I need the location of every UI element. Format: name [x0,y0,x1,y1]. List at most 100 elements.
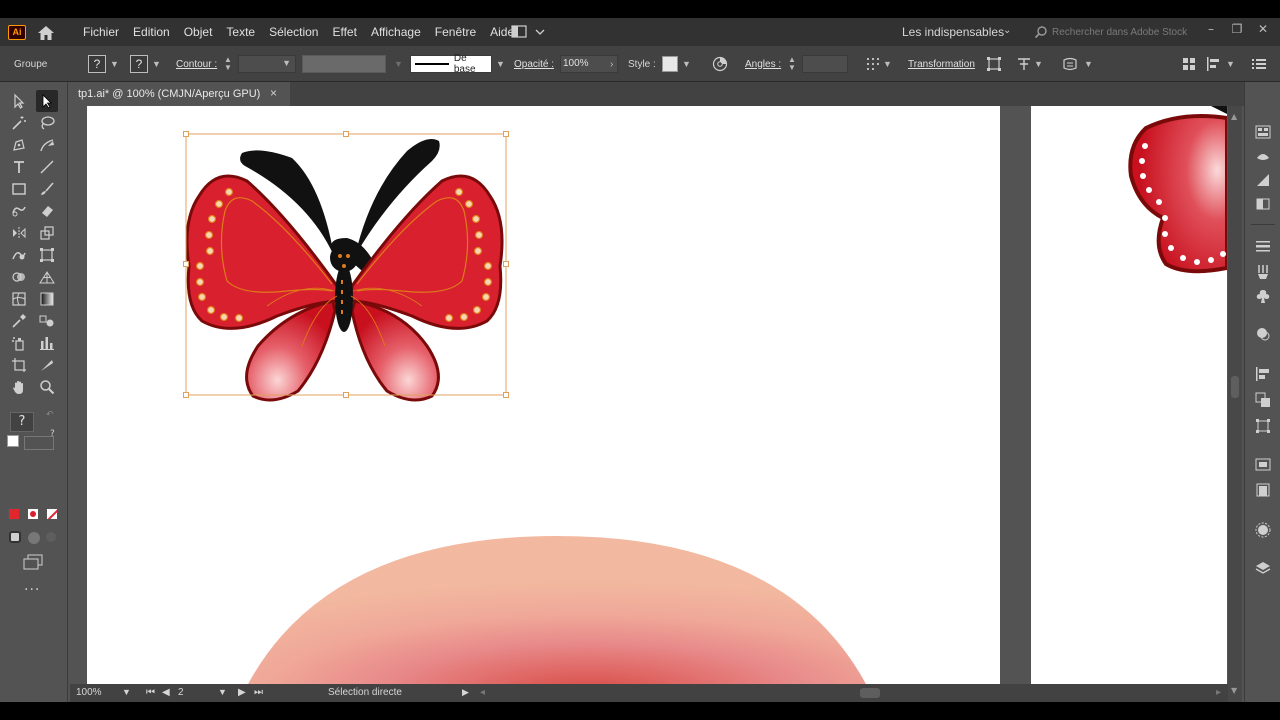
artboard-2[interactable] [1031,106,1227,686]
scroll-thumb[interactable] [1231,376,1239,398]
canvas-area[interactable] [70,106,1244,702]
column-graph-tool[interactable] [36,332,58,354]
chevron-down-icon[interactable]: ▼ [883,59,892,69]
first-artboard-icon[interactable]: ⏮ [146,687,155,698]
stroke-weight-field[interactable]: ▼ [238,55,296,73]
gradient-mode-icon[interactable] [27,508,39,520]
zoom-tool[interactable] [36,376,58,398]
color-guide-icon[interactable] [1255,148,1271,164]
brushes-icon[interactable] [1255,264,1271,280]
zoom-field[interactable]: 100% [76,687,102,698]
direct-selection-tool[interactable] [36,90,58,112]
artboard-1[interactable] [87,106,1000,686]
default-fill-stroke-icon[interactable] [7,435,19,447]
change-screen-mode-icon[interactable] [22,554,44,570]
fill-swatch[interactable]: ? ▼ [88,46,119,82]
last-artboard-icon[interactable]: ⏭ [254,687,263,698]
draw-normal-icon[interactable] [9,531,21,543]
fill-stroke-unknown[interactable]: ? [10,412,34,432]
gradient-shape[interactable] [247,536,867,686]
transform-button[interactable]: Transformation [908,59,975,70]
selection-tool[interactable] [8,90,30,112]
shaper-tool[interactable] [8,200,30,222]
vertical-scrollbar[interactable]: ▲ ▼ [1228,106,1242,702]
none-mode-icon[interactable] [46,508,58,520]
opacity-label[interactable]: Opacité : [514,59,554,70]
document-tab[interactable]: tp1.ai* @ 100% (CMJN/Aperçu GPU) × [70,82,290,106]
chevron-right-icon[interactable]: › [610,59,613,70]
pathfinder-icon[interactable] [1255,392,1271,408]
stroke-weight-stepper[interactable]: ▲ ▼ [224,46,232,82]
line-segment-tool[interactable] [36,156,58,178]
artboards-panel-icon[interactable] [1255,482,1271,498]
stroke-panel-icon[interactable] [1255,238,1271,254]
panel-menu-icon[interactable] [1252,57,1266,71]
contour-label[interactable]: Contour : [176,59,217,70]
warp-tool[interactable] [8,244,30,266]
menu-effet[interactable]: Effet [325,25,363,39]
rectangle-tool[interactable] [8,178,30,200]
screen-mode-icon[interactable] [28,532,40,544]
puppet-warp-icon[interactable] [1016,56,1032,72]
butterfly-group[interactable] [185,138,504,402]
workspace-switcher[interactable]: Les indispensables [902,25,1004,39]
eraser-tool[interactable] [36,200,58,222]
shape-builder-tool[interactable] [8,266,30,288]
arrange-documents-icon[interactable] [510,25,546,39]
stepper-arrows-icon[interactable]: ▲ ▼ [224,56,232,72]
chevron-down-icon[interactable]: ▼ [110,59,119,69]
workspace-chevron-icon[interactable]: ⌄ [1003,25,1011,36]
graphic-style-swatch[interactable] [662,56,678,72]
stock-search-input[interactable]: Rechercher dans Adobe Stock [1034,22,1190,42]
edit-toolbar-icon[interactable]: ··· [24,582,40,598]
isolate-group-icon[interactable] [986,56,1002,72]
color-mode-icon[interactable] [8,508,20,520]
chevron-down-icon[interactable]: ▼ [152,59,161,69]
arrange-icon[interactable] [1182,57,1196,71]
scale-tool[interactable] [36,222,58,244]
recolor-artwork-icon[interactable] [712,56,728,72]
home-icon[interactable] [36,24,56,42]
artboard-number-field[interactable]: 2 [178,687,184,698]
stepper-arrows-icon[interactable]: ▲ ▼ [788,56,796,72]
menu-affichage[interactable]: Affichage [364,25,428,39]
reflect-tool[interactable] [8,222,30,244]
chevron-down-icon[interactable]: ▼ [682,59,691,69]
chevron-down-icon[interactable]: ▼ [1084,59,1093,69]
artboard-chevron-icon[interactable]: ▼ [218,687,227,697]
curvature-tool[interactable] [36,134,58,156]
corner-radius-stepper[interactable]: ▲ ▼ [788,46,796,82]
maximize-icon[interactable]: ❐ [1228,22,1246,36]
menu-edition[interactable]: Edition [126,25,177,39]
symbol-sprayer-tool[interactable] [8,332,30,354]
zoom-chevron-icon[interactable]: ▼ [122,687,131,697]
corner-radius-field[interactable] [802,55,848,73]
chevron-down-icon[interactable]: ▼ [1226,59,1235,69]
status-menu-icon[interactable]: ▶ [462,687,469,698]
align-panel-icon[interactable] [1255,366,1271,382]
menu-selection[interactable]: Sélection [262,25,325,39]
menu-fenetre[interactable]: Fenêtre [428,25,483,39]
stroke-swatch[interactable]: ? ▼ [130,46,161,82]
swap-fill-stroke-icon[interactable]: ↶ [46,410,54,420]
appearance-icon[interactable] [1255,326,1271,342]
menu-fichier[interactable]: Fichier [76,25,126,39]
minimize-icon[interactable]: – [1202,22,1220,36]
chevron-down-icon[interactable]: ▼ [1034,59,1043,69]
next-artboard-icon[interactable]: ▶ [238,687,246,698]
variable-width-profile[interactable] [302,55,386,73]
blend-tool[interactable] [36,310,58,332]
draw-inside-icon[interactable] [46,532,56,542]
scroll-left-icon[interactable]: ◂ [480,687,485,698]
gradient-tool[interactable] [36,288,58,310]
type-tool[interactable] [8,156,30,178]
menu-objet[interactable]: Objet [177,25,220,39]
magic-wand-tool[interactable] [8,112,30,134]
align-left-icon[interactable] [1206,57,1222,71]
transform-panel-icon[interactable] [1255,418,1271,434]
mesh-tool[interactable] [8,288,30,310]
artboard-tool[interactable] [8,354,30,376]
libraries-icon[interactable] [1255,124,1271,140]
previous-artboard-icon[interactable]: ◀ [162,687,170,698]
properties-icon[interactable] [1255,522,1271,538]
